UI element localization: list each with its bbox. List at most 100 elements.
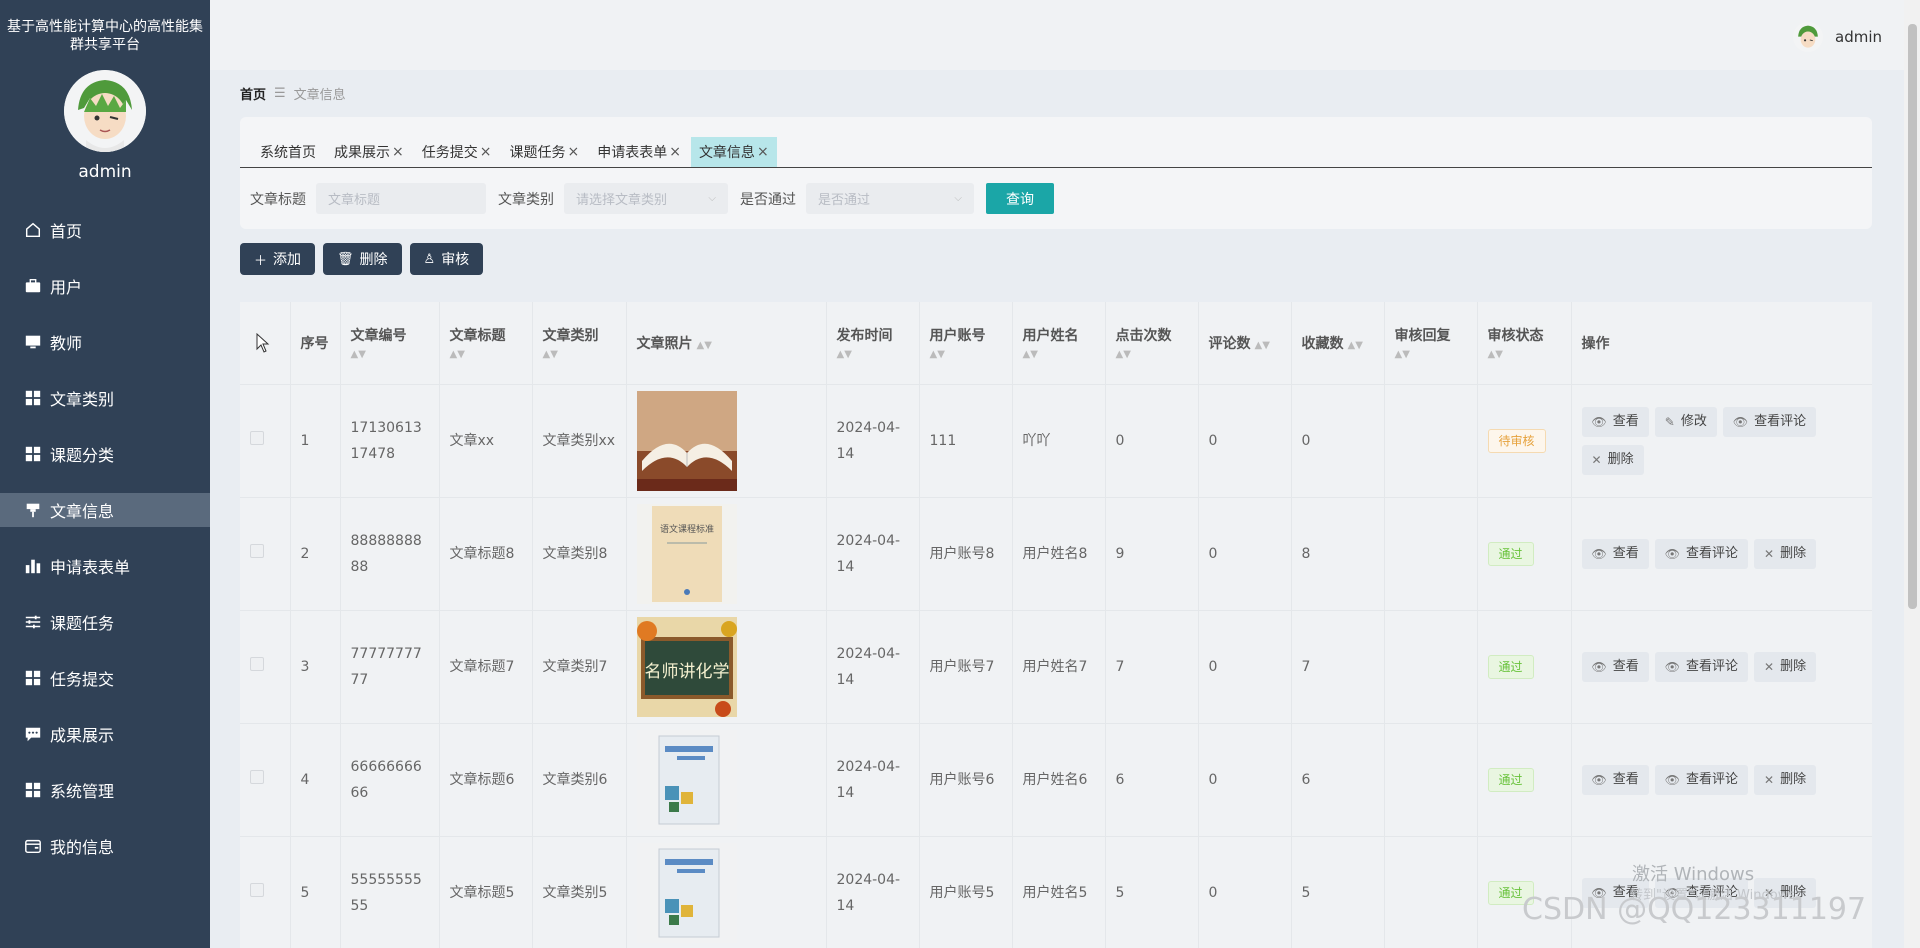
view-comments-button[interactable]: 👁 查看评论 — [1654, 651, 1748, 682]
close-icon: ✕ — [1764, 772, 1775, 787]
sidebar-item-7[interactable]: 课题任务 — [0, 594, 210, 650]
sidebar-item-4[interactable]: 课题分类 — [0, 426, 210, 482]
cell-reply — [1384, 610, 1478, 724]
sidebar-item-label: 教师 — [50, 334, 83, 353]
close-icon[interactable]: × — [392, 144, 404, 160]
close-icon[interactable]: × — [480, 144, 492, 160]
book-cover-text: 语文课程标准 — [659, 523, 713, 535]
mouse-cursor-icon — [256, 333, 270, 353]
view-button[interactable]: 👁 查看 — [1581, 651, 1649, 682]
close-icon: ✕ — [1764, 659, 1775, 674]
pin-icon — [24, 501, 42, 519]
title-search-input[interactable]: 文章标题 — [316, 183, 486, 214]
status-badge: 通过 — [1487, 767, 1534, 792]
tab-0[interactable]: 系统首页 — [252, 137, 324, 167]
category-select[interactable]: 请选择文章类别 ⌵ — [564, 183, 728, 214]
table-row: 1 1713061317478 文章xx 文章类别xx 2024-04-14 111 吖吖 0… — [240, 384, 1872, 498]
article-photo[interactable] — [636, 842, 737, 943]
header-category[interactable]: 文章类别 ▲▼ — [532, 302, 627, 385]
sidebar-item-5[interactable]: 文章信息 — [0, 493, 210, 527]
close-icon[interactable]: × — [669, 144, 681, 160]
header-status[interactable]: 审核状态 ▲▼ — [1477, 302, 1572, 385]
cell-name: 吖吖 — [1012, 384, 1106, 498]
sidebar-item-10[interactable]: 系统管理 — [0, 762, 210, 818]
pass-select[interactable]: 是否通过 ⌵ — [806, 183, 974, 214]
cell-clicks: 6 — [1105, 723, 1199, 837]
close-icon[interactable]: × — [757, 144, 769, 160]
cell-clicks: 0 — [1105, 384, 1199, 498]
article-photo[interactable] — [636, 729, 737, 830]
sidebar-item-11[interactable]: 我的信息 — [0, 818, 210, 874]
cell-category: 文章类别xx — [532, 384, 627, 498]
delete-button[interactable]: ✕ 删除 — [1754, 651, 1817, 682]
cell-index: 5 — [290, 836, 341, 948]
sidebar-item-0[interactable]: 首页 — [0, 202, 210, 258]
view-comments-button[interactable]: 👁 查看评论 — [1722, 406, 1817, 437]
sidebar-item-6[interactable]: 申请表表单 — [0, 538, 210, 594]
header-clicks[interactable]: 点击次数 ▲▼ — [1105, 302, 1199, 385]
delete-button[interactable]: ✕ 删除 — [1754, 538, 1817, 569]
cell-favorites: 0 — [1291, 384, 1385, 498]
article-photo[interactable]: 名师讲化学 — [636, 616, 737, 717]
delete-button[interactable]: 🗑 删除 — [323, 243, 402, 275]
sidebar-item-9[interactable]: 成果展示 — [0, 706, 210, 762]
breadcrumb-home[interactable]: 首页 — [240, 84, 266, 103]
header-code[interactable]: 文章编号 ▲▼ — [340, 302, 440, 385]
cell-favorites: 7 — [1291, 610, 1385, 724]
view-button[interactable]: 👁 查看 — [1581, 764, 1649, 795]
tab-4[interactable]: 申请表表单 × — [589, 137, 689, 167]
tab-3[interactable]: 课题任务 × — [501, 137, 587, 167]
header-account[interactable]: 用户账号 ▲▼ — [919, 302, 1013, 385]
tab-2[interactable]: 任务提交 × — [414, 137, 500, 167]
edit-button[interactable]: ✎ 修改 — [1654, 406, 1717, 437]
close-icon[interactable]: × — [567, 144, 579, 160]
topbar-user[interactable]: admin — [1793, 22, 1882, 52]
row-checkbox[interactable] — [250, 769, 264, 784]
pass-label: 是否通过 — [740, 191, 796, 208]
sidebar-item-8[interactable]: 任务提交 — [0, 650, 210, 706]
row-checkbox[interactable] — [250, 430, 264, 445]
eye-icon: 👁 — [1591, 546, 1607, 561]
bar-chart-icon — [24, 557, 42, 575]
sidebar-item-1[interactable]: 用户 — [0, 258, 210, 314]
cell-favorites: 8 — [1291, 497, 1385, 611]
table-row: 4 6666666666 文章标题6 文章类别6 2024-04-14 用户账号6 用户姓名… — [240, 723, 1872, 837]
sidebar: 基于高性能计算中心的高性能集群共享平台 admin 首页 用户 教师 文章类别 课题分类… — [0, 0, 210, 948]
header-favorites[interactable]: 收藏数 ▲▼ — [1291, 302, 1385, 385]
cell-reply — [1384, 497, 1478, 611]
sidebar-item-3[interactable]: 文章类别 — [0, 370, 210, 426]
sidebar-item-2[interactable]: 教师 — [0, 314, 210, 370]
header-name[interactable]: 用户姓名 ▲▼ — [1012, 302, 1106, 385]
view-button[interactable]: 👁 查看 — [1581, 406, 1649, 437]
avatar-image — [64, 70, 146, 152]
cell-photo — [626, 384, 827, 498]
header-title[interactable]: 文章标题 ▲▼ — [439, 302, 533, 385]
topbar-username: admin — [1835, 28, 1882, 46]
row-checkbox[interactable] — [250, 882, 264, 897]
status-badge: 通过 — [1487, 541, 1534, 566]
delete-button[interactable]: ✕ 删除 — [1581, 444, 1644, 475]
cell-name: 用户姓名7 — [1012, 610, 1106, 724]
row-checkbox[interactable] — [250, 656, 264, 671]
query-button[interactable]: 查询 — [986, 183, 1054, 214]
delete-button[interactable]: ✕ 删除 — [1754, 764, 1817, 795]
avatar[interactable] — [64, 70, 146, 152]
view-comments-button[interactable]: 👁 查看评论 — [1654, 764, 1748, 795]
review-button[interactable]: ♙ 审核 — [409, 243, 484, 275]
header-publish-time[interactable]: 发布时间 ▲▼ — [826, 302, 920, 385]
menu-lines-icon: ☰ — [274, 86, 286, 101]
article-photo[interactable] — [636, 390, 737, 491]
header-photo[interactable]: 文章照片 ▲▼ — [626, 302, 827, 385]
header-comments[interactable]: 评论数 ▲▼ — [1198, 302, 1292, 385]
article-photo[interactable]: 语文课程标准 — [636, 503, 737, 604]
scrollbar-thumb[interactable] — [1908, 24, 1917, 609]
tab-1[interactable]: 成果展示 × — [326, 137, 412, 167]
eye-icon: 👁 — [1732, 414, 1749, 429]
view-comments-button[interactable]: 👁 查看评论 — [1654, 538, 1748, 569]
header-reply[interactable]: 审核回复 ▲▼ — [1384, 302, 1478, 385]
add-button[interactable]: ＋ 添加 — [240, 243, 316, 275]
view-button[interactable]: 👁 查看 — [1581, 538, 1649, 569]
row-checkbox[interactable] — [250, 543, 264, 558]
page-scrollbar[interactable] — [1904, 0, 1920, 948]
tab-5[interactable]: 文章信息 × — [690, 137, 777, 167]
